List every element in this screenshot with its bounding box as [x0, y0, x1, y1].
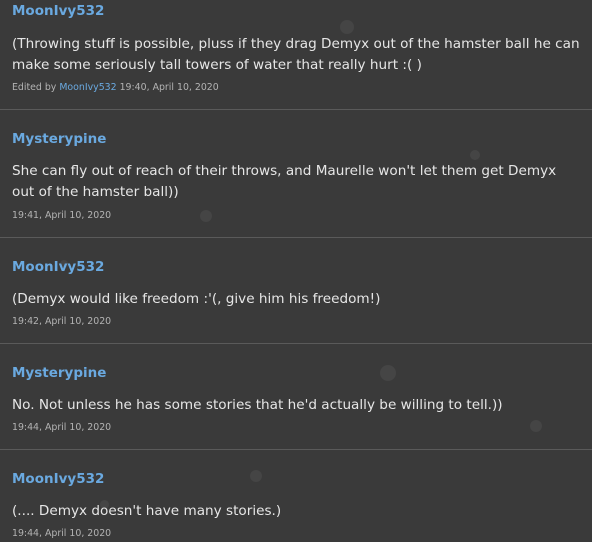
- comment-author-link[interactable]: Mysterypine: [12, 131, 106, 147]
- comment-3: MoonIvy532 (Demyx would like freedom :'(…: [0, 238, 592, 344]
- comment-timestamp: 19:44, April 10, 2020: [12, 528, 112, 539]
- comment-4: Mysterypine No. Not unless he has some s…: [0, 344, 592, 450]
- editor-link[interactable]: MoonIvy532: [59, 82, 116, 93]
- comment-5: MoonIvy532 (.... Demyx doesn't have many…: [0, 450, 592, 542]
- comment-text: (Throwing stuff is possible, pluss if th…: [12, 36, 580, 73]
- comment-timestamp: 19:44, April 10, 2020: [12, 422, 112, 433]
- comment-author-link[interactable]: MoonIvy532: [12, 471, 104, 487]
- edited-by-label: Edited by: [12, 82, 60, 93]
- comment-author-link[interactable]: Mysterypine: [12, 365, 106, 381]
- comment-text: No. Not unless he has some stories that …: [12, 397, 503, 413]
- comment-text: (Demyx would like freedom :'(, give him …: [12, 291, 381, 307]
- comment-1: MoonIvy532 (Throwing stuff is possible, …: [0, 0, 592, 110]
- comment-text: (.... Demyx doesn't have many stories.): [12, 503, 282, 519]
- comment-author-link[interactable]: MoonIvy532: [12, 3, 104, 19]
- comment-feed: MoonIvy532 (Throwing stuff is possible, …: [0, 0, 592, 542]
- comment-timestamp: 19:40, April 10, 2020: [119, 82, 219, 93]
- comment-text: She can fly out of reach of their throws…: [12, 163, 557, 200]
- comment-author-link[interactable]: MoonIvy532: [12, 259, 104, 275]
- comment-timestamp: 19:41, April 10, 2020: [12, 210, 112, 221]
- comment-meta: Edited by MoonIvy532 19:40, April 10, 20…: [12, 82, 219, 94]
- comment-timestamp: 19:42, April 10, 2020: [12, 316, 112, 327]
- comment-2: Mysterypine She can fly out of reach of …: [0, 110, 592, 238]
